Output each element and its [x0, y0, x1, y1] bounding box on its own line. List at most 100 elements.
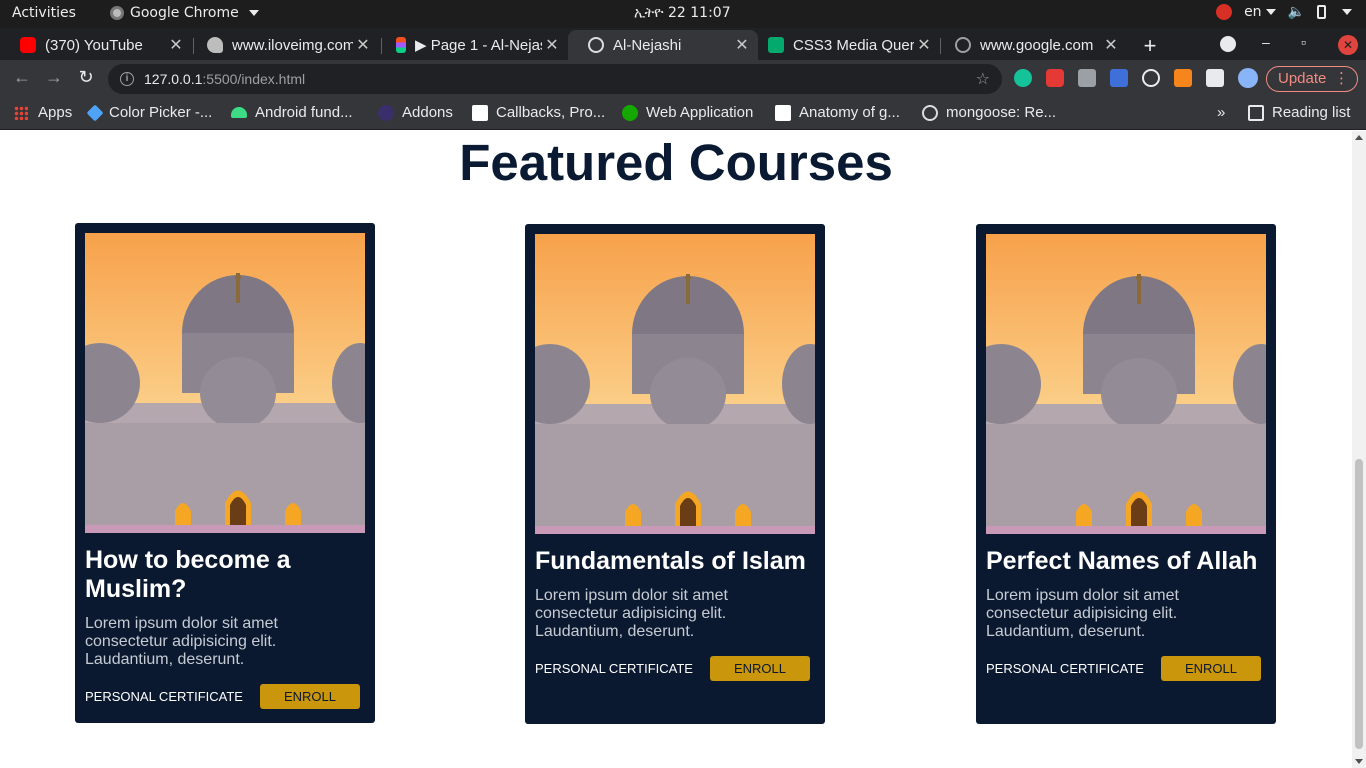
- maximize-icon[interactable]: ▫: [1301, 34, 1306, 50]
- grammarly-icon[interactable]: [1014, 69, 1032, 87]
- activities-button[interactable]: Activities: [12, 5, 76, 21]
- close-icon[interactable]: ✕: [166, 35, 186, 55]
- address-bar[interactable]: i 127.0.0.1:5500/index.html ☆: [108, 64, 1002, 94]
- heart-icon: [207, 37, 223, 53]
- bookmark-label: Callbacks, Pro...: [496, 104, 606, 121]
- page-title: Featured Courses: [459, 134, 893, 191]
- bookmark-callbacks[interactable]: Callbacks, Pro...: [472, 104, 605, 121]
- forward-icon[interactable]: →: [42, 67, 66, 88]
- course-description: Lorem ipsum dolor sit amet consectetur a…: [535, 587, 728, 640]
- update-label: Update: [1278, 70, 1327, 87]
- bookmark-label: Web Application: [646, 104, 754, 121]
- color-picker-icon: [86, 104, 104, 121]
- profile-avatar[interactable]: [1238, 68, 1258, 88]
- close-icon[interactable]: ✕: [353, 35, 373, 55]
- bookmark-android[interactable]: Android fund...: [231, 104, 353, 121]
- tab-title: www.google.com: [980, 36, 1094, 54]
- tab-youtube[interactable]: (370) YouTube ✕: [0, 30, 192, 60]
- medium-icon: [472, 104, 488, 121]
- certificate-label: PERSONAL CERTIFICATE: [85, 689, 243, 704]
- globe-icon: [922, 104, 938, 121]
- course-title: Fundamentals of Islam: [535, 547, 806, 575]
- close-icon[interactable]: ✕: [542, 35, 562, 55]
- extensions-icon[interactable]: [1206, 69, 1224, 87]
- upwork-icon: [622, 104, 638, 121]
- tab-iloveimg[interactable]: www.iloveimg.com ✕: [187, 30, 379, 60]
- course-description: Lorem ipsum dolor sit amet consectetur a…: [986, 587, 1179, 640]
- minimize-icon[interactable]: –: [1262, 34, 1270, 50]
- new-tab-button[interactable]: +: [1140, 33, 1160, 59]
- tab-strip: (370) YouTube ✕ www.iloveimg.com ✕ ▶ Pag…: [0, 28, 1366, 60]
- tab-title: CSS3 Media Queries: [793, 36, 914, 54]
- url-host: 127.0.0.1: [144, 71, 203, 87]
- close-icon[interactable]: ✕: [1101, 35, 1121, 55]
- scroll-down-arrow-icon[interactable]: [1355, 759, 1363, 764]
- globe-icon: [955, 37, 971, 53]
- screenshot-icon[interactable]: [1078, 69, 1096, 87]
- mosque-illustration: [535, 234, 815, 534]
- puzzle-blue-icon[interactable]: [1110, 69, 1128, 87]
- tab-css3-media-queries[interactable]: CSS3 Media Queries ✕: [748, 30, 940, 60]
- apps-grid-icon: [14, 105, 28, 120]
- bookmark-apps[interactable]: Apps: [14, 104, 72, 121]
- system-tray[interactable]: en 🔈: [1216, 4, 1352, 20]
- more-menu-icon[interactable]: ⋮: [1334, 67, 1349, 91]
- reading-list-label: Reading list: [1272, 104, 1351, 121]
- page-scrollbar[interactable]: [1352, 131, 1366, 768]
- course-description: Lorem ipsum dolor sit amet consectetur a…: [85, 615, 278, 668]
- bookmark-color-picker[interactable]: Color Picker -...: [86, 104, 213, 121]
- mosque-illustration: [986, 234, 1266, 534]
- tab-figma[interactable]: ▶ Page 1 - Al-Nejashi ✕: [376, 30, 568, 60]
- addons-icon: [378, 104, 394, 121]
- w3-icon: [768, 37, 784, 53]
- bookmark-star-icon[interactable]: ☆: [976, 69, 990, 89]
- update-button[interactable]: Update ⋮: [1266, 66, 1358, 92]
- android-icon: [231, 107, 247, 118]
- bookmarks-overflow-chevron-icon[interactable]: »: [1217, 104, 1225, 121]
- window-close-icon[interactable]: ✕: [1338, 35, 1358, 55]
- os-top-bar: Activities Google Chrome ኢትዮ 22 11:07 en…: [0, 0, 1366, 28]
- reading-list-button[interactable]: Reading list: [1248, 104, 1350, 121]
- bookmark-label: Anatomy of g...: [799, 104, 900, 121]
- scrollbar-thumb[interactable]: [1355, 459, 1363, 749]
- app-menu-label: Google Chrome: [130, 5, 239, 21]
- tab-google[interactable]: www.google.com ✕: [935, 30, 1127, 60]
- enroll-button[interactable]: ENROLL: [260, 684, 360, 709]
- clock[interactable]: ኢትዮ 22 11:07: [634, 5, 731, 21]
- chevron-down-icon: [248, 10, 259, 16]
- tab-al-nejashi[interactable]: Al-Nejashi ✕: [568, 30, 758, 60]
- page-viewport: Featured Courses How to become a Muslim?…: [0, 131, 1352, 768]
- system-menu-chevron-icon[interactable]: [1342, 9, 1352, 15]
- chevron-down-icon: [1265, 9, 1276, 15]
- course-card: How to become a Muslim? Lorem ipsum dolo…: [75, 223, 375, 723]
- reload-icon[interactable]: ↻: [74, 67, 98, 88]
- mosque-image: [85, 233, 365, 533]
- course-title: How to become a Muslim?: [85, 546, 291, 603]
- medium-icon: [775, 104, 791, 121]
- battery-icon[interactable]: [1317, 5, 1326, 19]
- adblock-icon[interactable]: [1046, 69, 1064, 87]
- bookmark-anatomy[interactable]: Anatomy of g...: [775, 104, 900, 121]
- bookmark-mongoose[interactable]: mongoose: Re...: [922, 104, 1056, 121]
- course-title: Perfect Names of Allah: [986, 547, 1258, 575]
- certificate-label: PERSONAL CERTIFICATE: [535, 661, 693, 676]
- course-card: Perfect Names of Allah Lorem ipsum dolor…: [976, 224, 1276, 724]
- close-icon[interactable]: ✕: [914, 35, 934, 55]
- app-menu[interactable]: Google Chrome: [110, 5, 259, 21]
- scroll-up-arrow-icon[interactable]: [1355, 135, 1363, 140]
- bookmark-label: Color Picker -...: [109, 104, 213, 121]
- bookmark-label: Addons: [402, 104, 453, 121]
- back-icon[interactable]: ←: [10, 67, 34, 88]
- tab-title: ▶ Page 1 - Al-Nejashi: [415, 37, 542, 54]
- volume-icon[interactable]: 🔈: [1288, 4, 1305, 20]
- enroll-button[interactable]: ENROLL: [710, 656, 810, 681]
- site-info-icon[interactable]: i: [120, 72, 134, 86]
- tab-title: www.iloveimg.com: [232, 36, 353, 54]
- language-indicator[interactable]: en: [1244, 4, 1276, 20]
- react-devtools-icon[interactable]: [1142, 69, 1160, 87]
- bookmark-addons[interactable]: Addons: [378, 104, 453, 121]
- metamask-icon[interactable]: [1174, 69, 1192, 87]
- bookmark-web-application[interactable]: Web Application: [622, 104, 753, 121]
- tab-search-icon[interactable]: [1220, 36, 1236, 52]
- enroll-button[interactable]: ENROLL: [1161, 656, 1261, 681]
